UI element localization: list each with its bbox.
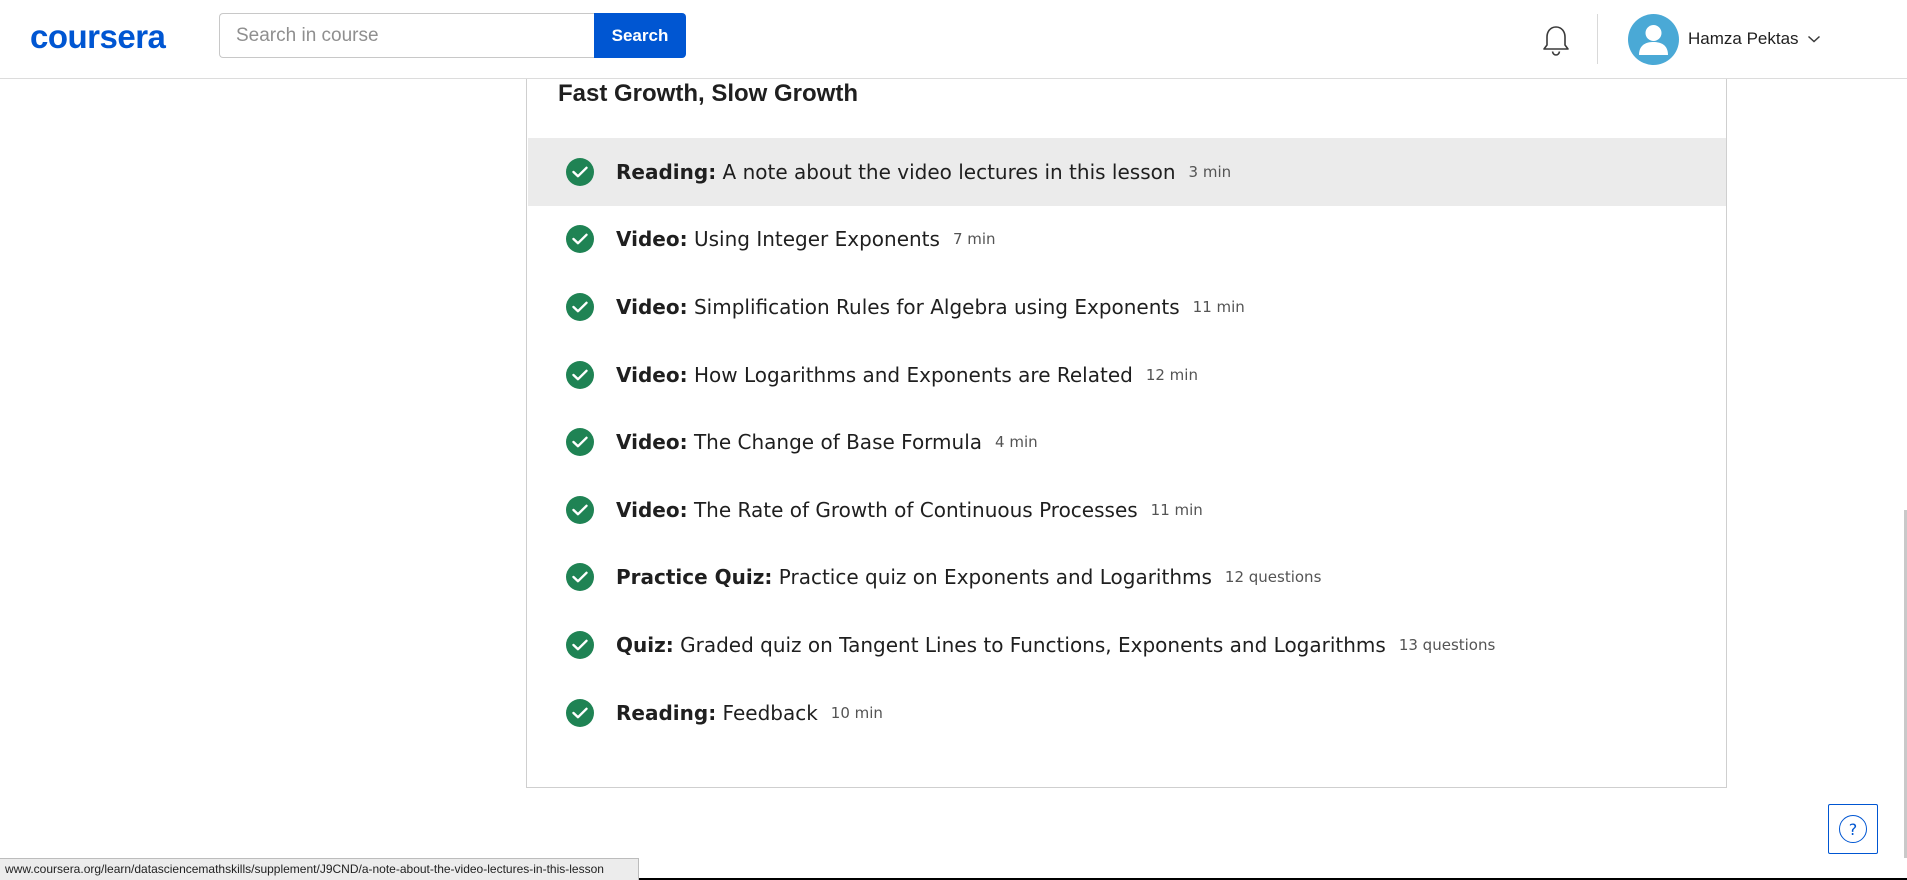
help-icon: ? (1839, 815, 1867, 843)
check-circle-icon (566, 428, 594, 457)
check-circle-icon (566, 157, 594, 186)
lesson-item-type: Reading: (616, 700, 717, 725)
lesson-item-type: Quiz: (616, 632, 674, 657)
lesson-item-question-count: 13 questions (1398, 635, 1496, 654)
check-circle-icon (566, 563, 594, 592)
lesson-item[interactable]: Video: The Rate of Growth of Continuous … (528, 476, 1726, 544)
lesson-item-type: Video: (616, 497, 688, 522)
lesson-item-text: Video: Using Integer Exponents (616, 227, 940, 251)
lesson-item[interactable]: Reading: A note about the video lectures… (528, 138, 1726, 206)
check-circle-icon (566, 292, 594, 321)
top-header: coursera Search Hamza Pektas (0, 0, 1907, 79)
lesson-item-type: Video: (616, 362, 688, 387)
lesson-item-type: Reading: (616, 159, 717, 184)
lesson-item-question-count: 12 questions (1224, 568, 1322, 587)
check-circle-icon (566, 360, 594, 389)
lesson-item-text: Video: Simplification Rules for Algebra … (616, 295, 1180, 319)
lesson-item-title: A note about the video lectures in this … (722, 159, 1176, 184)
lesson-item-type: Video: (616, 430, 688, 455)
lesson-item-type: Video: (616, 227, 688, 252)
lesson-item-text: Practice Quiz: Practice quiz on Exponent… (616, 565, 1212, 589)
browser-status-bar-url: www.coursera.org/learn/datasciencemathsk… (0, 858, 639, 880)
user-name: Hamza Pektas (1688, 29, 1799, 48)
lesson-item[interactable]: Reading: Feedback 10 min (528, 679, 1726, 747)
lesson-item-duration: 12 min (1145, 365, 1198, 384)
lesson-item-type: Practice Quiz: (616, 565, 773, 590)
lesson-item-text: Video: The Rate of Growth of Continuous … (616, 498, 1138, 522)
lesson-card: Fast Growth, Slow Growth Reading: A note… (526, 79, 1727, 788)
lesson-item-duration: 4 min (995, 433, 1038, 452)
lesson-item-title: Simplification Rules for Algebra using E… (693, 294, 1180, 319)
check-circle-icon (566, 630, 594, 659)
lesson-item-title: Practice quiz on Exponents and Logarithm… (778, 565, 1212, 590)
header-divider (1597, 14, 1598, 64)
lesson-item-duration: 3 min (1188, 162, 1232, 181)
lesson-item-text: Reading: Feedback (616, 701, 818, 725)
lesson-item-title: The Change of Base Formula (693, 430, 983, 455)
lesson-item-title: Graded quiz on Tangent Lines to Function… (680, 632, 1386, 657)
bell-icon[interactable] (1541, 24, 1571, 58)
lesson-item-duration: 7 min (952, 230, 996, 249)
lesson-title: Fast Growth, Slow Growth (558, 80, 858, 107)
lesson-item-text: Quiz: Graded quiz on Tangent Lines to Fu… (616, 633, 1386, 657)
chevron-down-icon (1807, 35, 1820, 43)
lesson-item[interactable]: Video: Using Integer Exponents 7 min (528, 206, 1726, 274)
lesson-item[interactable]: Video: Simplification Rules for Algebra … (528, 273, 1726, 341)
check-circle-icon (566, 495, 594, 524)
lesson-item[interactable]: Video: How Logarithms and Exponents are … (528, 341, 1726, 409)
lesson-item-duration: 10 min (830, 703, 883, 722)
search-input[interactable] (219, 13, 595, 58)
user-avatar-icon (1628, 13, 1679, 65)
lesson-item-title: How Logarithms and Exponents are Related (693, 362, 1133, 387)
search-button[interactable]: Search (594, 13, 686, 58)
lesson-item-duration: 11 min (1192, 297, 1245, 316)
lesson-item-text: Video: The Change of Base Formula (616, 430, 982, 454)
lesson-item[interactable]: Practice Quiz: Practice quiz on Exponent… (528, 544, 1726, 612)
check-circle-icon (566, 698, 594, 727)
lesson-item-text: Video: How Logarithms and Exponents are … (616, 363, 1133, 387)
coursera-logo[interactable]: coursera (30, 18, 166, 56)
lesson-item-title: Feedback (722, 700, 818, 725)
user-menu[interactable]: Hamza Pektas (1628, 13, 1821, 65)
lesson-item-type: Video: (616, 294, 688, 319)
lesson-item[interactable]: Quiz: Graded quiz on Tangent Lines to Fu… (528, 611, 1726, 679)
lesson-item-text: Reading: A note about the video lectures… (616, 160, 1176, 184)
lesson-item-duration: 11 min (1150, 500, 1203, 519)
lesson-item-title: The Rate of Growth of Continuous Process… (693, 497, 1138, 522)
check-circle-icon (566, 225, 594, 254)
help-button[interactable]: ? (1828, 804, 1878, 854)
lesson-item[interactable]: Video: The Change of Base Formula 4 min (528, 408, 1726, 476)
lesson-item-list: Reading: A note about the video lectures… (528, 138, 1726, 746)
lesson-item-title: Using Integer Exponents (693, 227, 940, 252)
